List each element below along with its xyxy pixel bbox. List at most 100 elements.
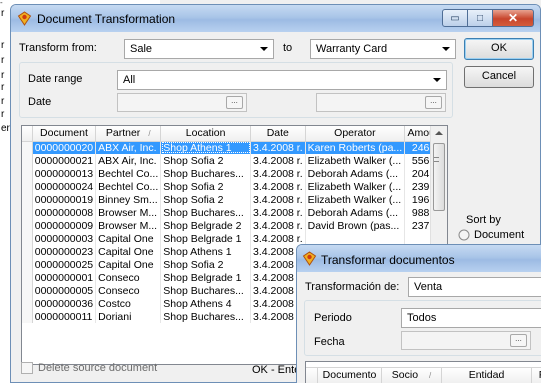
cell-partner[interactable]: Browser M... (95, 206, 162, 219)
row-selector[interactable] (22, 245, 33, 258)
cell-document[interactable]: 0000000008 (32, 206, 97, 219)
cell-operator[interactable]: David Brown (pas... (305, 219, 406, 232)
column-header-partner[interactable]: Partner / (95, 126, 162, 142)
cell-location[interactable]: Shop Buchares... (160, 206, 251, 219)
cell-partner[interactable]: Bechtel Co... (95, 180, 162, 193)
cell-partner[interactable]: Capital One (95, 232, 162, 245)
row-selector[interactable] (22, 193, 33, 206)
ok-button[interactable]: OK (464, 38, 534, 60)
maximize-button[interactable]: □ (467, 9, 493, 27)
cell-location[interactable]: Shop Athens 1 (160, 245, 251, 258)
cell-document[interactable]: 0000000021 (32, 154, 97, 167)
cancel-button[interactable]: Cancel (464, 66, 534, 88)
cell-partner[interactable]: Capital One (95, 258, 162, 271)
row-selector[interactable] (22, 258, 33, 271)
scrollbar-thumb[interactable] (433, 143, 445, 211)
date-picker-button[interactable]: ... (510, 334, 527, 347)
cell-operator[interactable]: Deborah Adams (... (305, 167, 406, 180)
table-row[interactable]: 0000000021 ABX Air, Inc. Shop Sofia 2 3.4.2… (22, 154, 447, 167)
cell-document[interactable]: 0000000023 (32, 245, 97, 258)
date-from-field[interactable]: ... (117, 93, 247, 112)
cell-date[interactable]: 3.4.2008 r. (250, 180, 306, 193)
column-header-f[interactable]: F (532, 368, 541, 383)
cell-partner[interactable]: Doriani (95, 310, 162, 323)
cell-date[interactable]: 3.4.2008 r. (250, 141, 306, 154)
table-row[interactable]: 0000000013 Bechtel Co... Shop Buchares... 3… (22, 167, 447, 180)
row-selector[interactable] (22, 180, 33, 193)
cell-operator[interactable]: Karen Roberts (pa... (305, 141, 406, 154)
cell-document[interactable]: 0000000036 (32, 297, 97, 310)
cell-operator[interactable]: Elizabeth Walker (... (305, 193, 406, 206)
documents-grid[interactable]: Documento Socio / Entidad F (305, 361, 541, 383)
cell-document[interactable]: 0000000001 (32, 271, 97, 284)
scroll-up-icon[interactable] (435, 131, 443, 135)
table-row[interactable]: 0000000024 Bechtel Co... Shop Sofia 2 3.4.2… (22, 180, 447, 193)
cell-date[interactable]: 3.4.2008 r. (250, 232, 306, 245)
cell-operator[interactable]: Elizabeth Walker (... (305, 180, 406, 193)
table-row[interactable]: 0000000019 Binney Sm... Shop Sofia 2 3.4.20… (22, 193, 447, 206)
table-row[interactable]: 0000000008 Browser M... Shop Buchares... 3.… (22, 206, 447, 219)
column-header-date[interactable]: Date (250, 126, 306, 142)
cell-partner[interactable]: ABX Air, Inc. (95, 141, 162, 154)
minimize-button[interactable]: ▭ (442, 9, 468, 27)
cell-document[interactable]: 0000000024 (32, 180, 97, 193)
transform-from-select[interactable]: Sale (124, 39, 274, 59)
close-button[interactable]: ✕ (492, 9, 534, 27)
cell-document[interactable]: 0000000003 (32, 232, 97, 245)
row-selector[interactable] (22, 297, 33, 310)
transform-to-select[interactable]: Warranty Card (310, 39, 456, 59)
transform-from-select[interactable]: Venta (408, 277, 541, 297)
cell-date[interactable]: 3.4.2008 r. (250, 219, 306, 232)
cell-date[interactable]: 3.4.2008 r. (250, 206, 306, 219)
cell-document[interactable]: 0000000005 (32, 284, 97, 297)
date-from-field[interactable]: ... (401, 331, 531, 350)
row-selector[interactable] (22, 310, 33, 323)
title-bar[interactable]: Transformar documentos (297, 245, 541, 272)
title-bar[interactable]: Document Transformation ▭ □ ✕ (11, 5, 540, 32)
cell-location[interactable]: Shop Belgrade 1 (160, 271, 251, 284)
delete-source-checkbox[interactable] (21, 362, 33, 374)
row-selector[interactable] (22, 284, 33, 297)
column-header-location[interactable]: Location (160, 126, 251, 142)
date-to-field[interactable]: ... (316, 93, 446, 112)
cell-partner[interactable]: Conseco (95, 284, 162, 297)
cell-partner[interactable]: Browser M... (95, 219, 162, 232)
cell-date[interactable]: 3.4.2008 r. (250, 154, 306, 167)
table-row[interactable]: 0000000009 Browser M... Shop Belgrade 2 3.4… (22, 219, 447, 232)
cell-location[interactable]: Shop Athens 4 (160, 297, 251, 310)
cell-date[interactable]: 3.4.2008 r. (250, 193, 306, 206)
row-selector[interactable] (22, 154, 33, 167)
cell-partner[interactable]: Capital One (95, 245, 162, 258)
cell-partner[interactable]: ABX Air, Inc. (95, 154, 162, 167)
row-selector[interactable] (22, 206, 33, 219)
cell-document[interactable]: 0000000009 (32, 219, 97, 232)
cell-location[interactable]: Shop Buchares... (160, 310, 251, 323)
cell-location[interactable]: Shop Athens 1 (160, 141, 251, 154)
cell-location[interactable]: Shop Buchares... (160, 167, 251, 180)
row-selector[interactable] (22, 141, 33, 154)
cell-location[interactable]: Shop Buchares... (160, 284, 251, 297)
cell-document[interactable]: 0000000011 (32, 310, 97, 323)
cell-partner[interactable]: Conseco (95, 271, 162, 284)
column-header-socio[interactable]: Socio / (382, 368, 442, 383)
row-selector[interactable] (22, 219, 33, 232)
date-picker-button[interactable]: ... (226, 96, 243, 109)
cell-document[interactable]: 0000000019 (32, 193, 97, 206)
cell-location[interactable]: Shop Sofia 2 (160, 193, 251, 206)
cell-operator[interactable]: Elizabeth Walker (... (305, 154, 406, 167)
cell-location[interactable]: Shop Sofia 2 (160, 258, 251, 271)
table-row[interactable]: 0000000020 ABX Air, Inc. Shop Athens 1 3.4.… (22, 141, 447, 154)
cell-partner[interactable]: Bechtel Co... (95, 167, 162, 180)
cell-document[interactable]: 0000000013 (32, 167, 97, 180)
cell-location[interactable]: Shop Sofia 2 (160, 180, 251, 193)
column-header-entidad[interactable]: Entidad (442, 368, 532, 383)
cell-date[interactable]: 3.4.2008 r. (250, 167, 306, 180)
row-selector[interactable] (22, 167, 33, 180)
cell-partner[interactable]: Costco (95, 297, 162, 310)
row-selector[interactable] (22, 271, 33, 284)
cell-partner[interactable]: Binney Sm... (95, 193, 162, 206)
cell-location[interactable]: Shop Sofia 2 (160, 154, 251, 167)
column-header-documento[interactable]: Documento (318, 368, 382, 383)
cell-location[interactable]: Shop Belgrade 1 (160, 232, 251, 245)
column-header-operator[interactable]: Operator (305, 126, 406, 142)
